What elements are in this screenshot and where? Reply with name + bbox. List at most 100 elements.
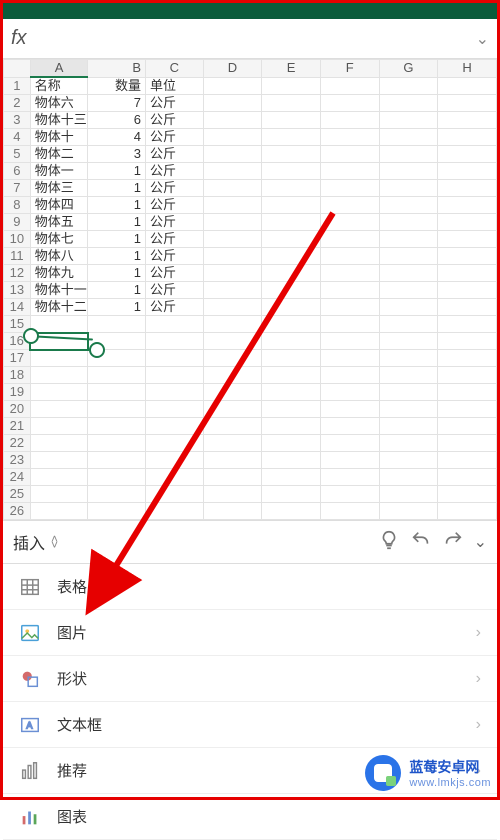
cell[interactable] [88,452,146,469]
row-header[interactable]: 25 [4,486,31,503]
cell[interactable] [88,367,146,384]
cell[interactable] [262,384,321,401]
row-header[interactable]: 2 [4,95,31,112]
redo-icon[interactable] [442,529,464,556]
cell[interactable] [146,367,204,384]
cell[interactable] [203,129,262,146]
col-header-H[interactable]: H [438,60,497,78]
cell[interactable] [438,163,497,180]
cell[interactable]: 物体七 [30,231,88,248]
cell[interactable] [379,435,438,452]
cell[interactable] [379,401,438,418]
cell[interactable] [379,129,438,146]
cell[interactable] [379,163,438,180]
row-header[interactable]: 4 [4,129,31,146]
cell[interactable]: 1 [88,282,146,299]
cell[interactable] [203,265,262,282]
cell[interactable] [203,452,262,469]
cell[interactable] [30,486,88,503]
cell[interactable]: 数量 [88,77,146,95]
cell[interactable] [146,418,204,435]
cell[interactable] [438,265,497,282]
cell[interactable] [30,503,88,520]
cell[interactable]: 公斤 [146,95,204,112]
cell[interactable] [203,299,262,316]
cell[interactable] [146,435,204,452]
row-header[interactable]: 13 [4,282,31,299]
cell[interactable] [379,469,438,486]
cell[interactable] [262,265,321,282]
cell[interactable] [320,333,379,350]
select-all-corner[interactable] [4,60,31,78]
cell[interactable] [379,486,438,503]
cell[interactable] [320,248,379,265]
cell[interactable] [320,129,379,146]
cell[interactable] [203,282,262,299]
cell[interactable] [379,316,438,333]
cell[interactable] [203,248,262,265]
cell[interactable] [438,469,497,486]
cell[interactable] [320,418,379,435]
cell[interactable]: 物体五 [30,214,88,231]
cell[interactable] [262,282,321,299]
row-header[interactable]: 8 [4,197,31,214]
cell[interactable] [262,214,321,231]
cell[interactable] [88,418,146,435]
cell[interactable]: 物体六 [30,95,88,112]
cell[interactable] [30,367,88,384]
formula-input[interactable] [39,25,476,53]
cell[interactable]: 1 [88,231,146,248]
row-header[interactable]: 19 [4,384,31,401]
cell[interactable] [203,180,262,197]
row-header[interactable]: 22 [4,435,31,452]
cell[interactable] [320,214,379,231]
cell[interactable]: 物体十一 [30,282,88,299]
cell[interactable]: 物体八 [30,248,88,265]
cell[interactable] [262,163,321,180]
cell[interactable]: 物体三 [30,180,88,197]
cell[interactable] [262,248,321,265]
cell[interactable] [262,401,321,418]
cell[interactable]: 1 [88,248,146,265]
cell[interactable] [203,112,262,129]
cell[interactable] [262,231,321,248]
cell[interactable] [438,452,497,469]
cell[interactable]: 物体十三 [30,112,88,129]
row-header[interactable]: 3 [4,112,31,129]
row-header[interactable]: 24 [4,469,31,486]
cell[interactable] [146,486,204,503]
cell[interactable] [438,197,497,214]
cell[interactable] [379,282,438,299]
cell[interactable] [438,180,497,197]
cell[interactable] [262,112,321,129]
cell[interactable] [320,265,379,282]
cell[interactable] [203,146,262,163]
cell[interactable] [203,384,262,401]
row-header[interactable]: 6 [4,163,31,180]
cell[interactable] [203,231,262,248]
cell[interactable] [203,214,262,231]
cell[interactable]: 1 [88,265,146,282]
cell[interactable] [203,350,262,367]
ribbon-tab-insert[interactable]: 插入 ˄˅ [13,530,58,554]
cell[interactable] [146,503,204,520]
cell[interactable] [438,95,497,112]
cell[interactable]: 1 [88,180,146,197]
col-header-C[interactable]: C [146,60,204,78]
cell[interactable] [379,77,438,95]
cell[interactable] [438,367,497,384]
row-header[interactable]: 26 [4,503,31,520]
menu-item-table[interactable]: 表格 [3,564,497,610]
cell[interactable] [379,367,438,384]
cell[interactable] [30,384,88,401]
cell[interactable]: 1 [88,163,146,180]
cell[interactable] [262,197,321,214]
cell[interactable] [203,77,262,95]
cell[interactable] [262,77,321,95]
cell[interactable] [262,435,321,452]
cell[interactable] [379,265,438,282]
cell[interactable] [30,418,88,435]
cell[interactable]: 3 [88,146,146,163]
cell[interactable] [438,129,497,146]
cell[interactable]: 1 [88,197,146,214]
